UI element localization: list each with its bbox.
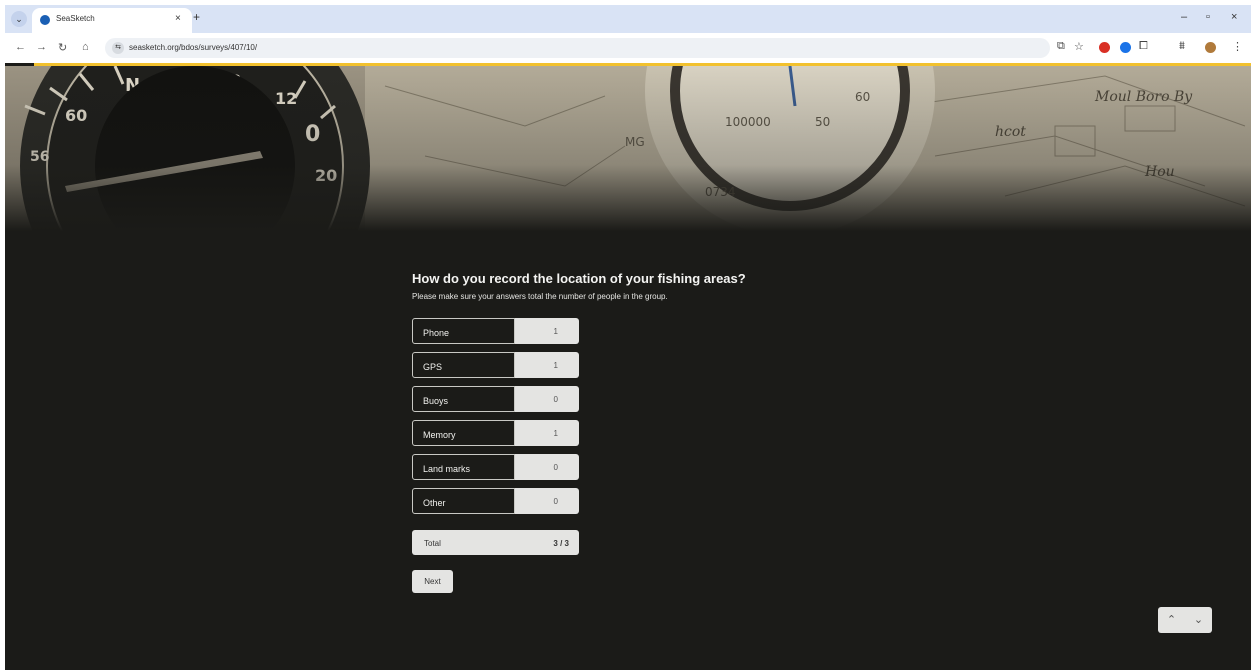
option-label: Memory [412, 420, 515, 446]
option-label: Phone [412, 318, 515, 344]
option-row-buoys: Buoys 0 [412, 386, 579, 412]
hero-image: 60 56 N 4 8 12 0 20 100000 50 60 0734 MG [5, 66, 1251, 231]
new-tab-button[interactable]: + [193, 10, 200, 24]
forward-button[interactable]: → [36, 41, 47, 53]
option-label: Other [412, 488, 515, 514]
browser-toolbar: ← → ↻ ⌂ ⇆ seasketch.org/bdos/surveys/407… [5, 33, 1251, 63]
option-count-input[interactable]: 1 [515, 420, 579, 446]
menu-icon[interactable]: ⋮ [1232, 40, 1243, 53]
option-row-gps: GPS 1 [412, 352, 579, 378]
next-question-button[interactable]: ⌄ [1185, 607, 1212, 633]
option-row-land-marks: Land marks 0 [412, 454, 579, 480]
compass-map-illustration: 60 56 N 4 8 12 0 20 100000 50 60 0734 MG [5, 66, 1251, 231]
stop-extension-icon[interactable] [1099, 42, 1110, 53]
tab-search-icon[interactable]: ⩩ [1179, 40, 1185, 53]
option-count-input[interactable]: 1 [515, 318, 579, 344]
site-info-icon[interactable]: ⇆ [112, 42, 124, 54]
address-bar[interactable]: ⇆ seasketch.org/bdos/surveys/407/10/ [105, 38, 1050, 58]
option-count-input[interactable]: 0 [515, 488, 579, 514]
option-row-phone: Phone 1 [412, 318, 579, 344]
tab-strip: ⌄ SeaSketch × + – ▫ × [5, 5, 1251, 33]
tab-search-button[interactable]: ⌄ [11, 11, 27, 27]
browser-window: ⌄ SeaSketch × + – ▫ × ← → ↻ ⌂ ⇆ seasketc… [5, 5, 1251, 670]
home-button[interactable]: ⌂ [82, 41, 89, 53]
option-count-input[interactable]: 1 [515, 352, 579, 378]
option-label: GPS [412, 352, 515, 378]
option-row-memory: Memory 1 [412, 420, 579, 446]
cast-icon[interactable]: ⧉ [1057, 40, 1065, 53]
url-text[interactable]: seasketch.org/bdos/surveys/407/10/ [129, 43, 257, 52]
next-button[interactable]: Next [412, 570, 453, 593]
back-button[interactable]: ← [15, 41, 26, 53]
reload-button[interactable]: ↻ [58, 41, 67, 54]
profile-icon[interactable] [1205, 42, 1216, 53]
browser-tab[interactable]: SeaSketch × [32, 8, 192, 33]
option-label: Buoys [412, 386, 515, 412]
option-count-input[interactable]: 0 [515, 386, 579, 412]
total-label: Total [424, 539, 441, 548]
option-row-other: Other 0 [412, 488, 579, 514]
blue-extension-icon[interactable] [1120, 42, 1131, 53]
option-count-input[interactable]: 0 [515, 454, 579, 480]
total-value: 3 / 3 [553, 539, 569, 548]
tab-close-icon[interactable]: × [175, 13, 181, 24]
total-summary: Total 3 / 3 [412, 530, 579, 555]
minimize-button[interactable]: – [1181, 11, 1187, 23]
question-hint: Please make sure your answers total the … [412, 292, 668, 301]
tab-title: SeaSketch [56, 14, 95, 23]
maximize-button[interactable]: ▫ [1206, 11, 1210, 23]
option-label: Land marks [412, 454, 515, 480]
question-title: How do you record the location of your f… [412, 271, 746, 286]
question-nav: ⌃ ⌄ [1158, 607, 1212, 633]
star-icon[interactable]: ☆ [1074, 40, 1084, 53]
previous-question-button[interactable]: ⌃ [1158, 607, 1185, 633]
seasketch-favicon-icon [40, 15, 50, 25]
close-window-button[interactable]: × [1231, 11, 1237, 23]
puzzle-icon[interactable]: ⧠ [1139, 40, 1148, 53]
